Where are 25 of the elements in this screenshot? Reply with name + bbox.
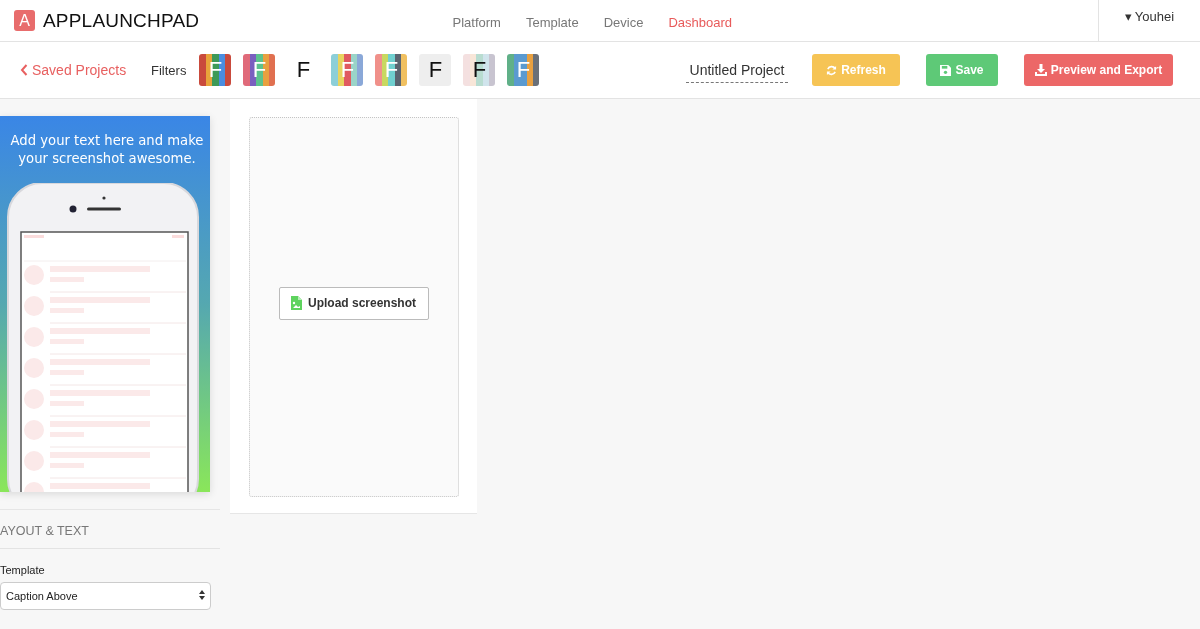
brand-name: APPLAUNCHPAD <box>43 9 200 32</box>
logo: A <box>14 10 35 31</box>
nav-link[interactable]: Dashboard <box>655 15 745 30</box>
back-link[interactable]: Saved Projects <box>20 62 151 78</box>
filter-swatch[interactable]: F <box>463 54 496 86</box>
template-select[interactable]: Caption Above <box>0 582 211 610</box>
download-icon <box>1034 64 1047 76</box>
export-button[interactable]: Preview and Export <box>1024 54 1173 86</box>
image-file-icon <box>291 296 302 310</box>
nav-link[interactable]: Device <box>591 15 656 30</box>
project-name-field[interactable]: Untitled Project <box>686 57 788 83</box>
filter-swatch[interactable]: F <box>287 54 320 86</box>
upload-button[interactable]: Upload screenshot <box>278 286 429 320</box>
nav-link[interactable]: Platform <box>440 15 514 30</box>
preview-caption: Add your text here and make your screenshot awesome. <box>9 132 205 168</box>
section-heading: AYOUT & TEXT <box>0 523 90 540</box>
user-menu[interactable]: ▾ Youhei <box>1098 0 1200 41</box>
drop-zone[interactable]: Upload screenshot <box>248 117 459 497</box>
chevron-left-icon <box>20 64 28 76</box>
sort-arrows-icon <box>199 590 205 600</box>
template-label: Template <box>0 564 46 576</box>
refresh-icon <box>826 64 838 76</box>
filters-label: Filters <box>151 62 187 78</box>
filter-swatch[interactable]: F <box>419 54 452 86</box>
nav-link[interactable]: Template <box>513 15 592 30</box>
